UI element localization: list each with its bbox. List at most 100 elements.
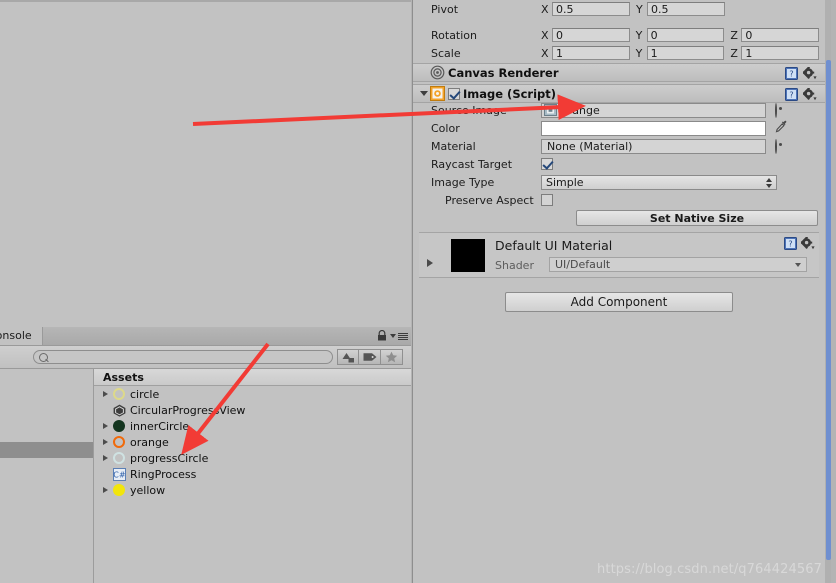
chevron-down-icon — [795, 263, 801, 267]
svg-text:?: ? — [789, 70, 793, 79]
material-foldout-arrow-icon[interactable] — [427, 259, 433, 267]
scale-z-axis: Z — [730, 46, 738, 60]
scale-label: Scale — [431, 46, 461, 60]
list-item[interactable]: C# RingProcess — [94, 466, 411, 482]
rotation-y-axis: Y — [635, 28, 643, 42]
component-title: Canvas Renderer — [448, 65, 559, 80]
preserve-aspect-label: Preserve Aspect — [445, 193, 534, 207]
favorites-button[interactable] — [381, 349, 403, 365]
source-image-row: Source Image orange — [413, 101, 825, 119]
filter-by-label-button[interactable] — [359, 349, 381, 365]
list-item[interactable]: circle — [94, 386, 411, 402]
unity-prefab-icon — [111, 403, 127, 417]
list-item[interactable]: innerCircle — [94, 418, 411, 434]
scale-row: Scale X 1 Y 1 Z 1 — [413, 44, 825, 62]
list-item[interactable]: CircularProgressView — [94, 402, 411, 418]
scale-y-field[interactable]: 1 — [646, 46, 725, 60]
color-row: Color — [413, 119, 825, 137]
scale-x-field[interactable]: 1 — [552, 46, 630, 60]
rotation-x-field[interactable]: 0 — [552, 28, 630, 42]
shader-dropdown[interactable]: UI/Default — [549, 257, 807, 272]
raycast-target-checkbox[interactable] — [541, 158, 553, 170]
list-item-orange[interactable]: orange — [94, 434, 411, 450]
pivot-y-axis: Y — [636, 2, 643, 16]
set-native-size-button[interactable]: Set Native Size — [576, 210, 818, 226]
chevron-updown-icon — [766, 177, 772, 188]
source-image-label: Source Image — [431, 103, 507, 117]
rotation-z-field[interactable]: 0 — [741, 28, 820, 42]
material-field[interactable]: None (Material) — [541, 138, 766, 154]
project-body: Assets circle CircularProgressView inner… — [0, 369, 411, 583]
asset-label: CircularProgressView — [130, 403, 246, 417]
watermark: https://blog.csdn.net/q764424567 — [597, 562, 822, 577]
object-picker-icon[interactable] — [775, 102, 777, 118]
sprite-disc-icon — [111, 419, 127, 433]
expand-arrow-icon[interactable] — [100, 455, 111, 461]
sprite-ring-icon — [111, 387, 127, 401]
rotation-label: Rotation — [431, 28, 478, 42]
foldout-arrow-icon[interactable] — [418, 91, 430, 96]
canvas-renderer-icon — [430, 65, 445, 80]
folder-tree-selected-row[interactable] — [0, 442, 93, 458]
default-ui-material-block: Default UI Material Shader UI/Default ? — [419, 232, 819, 278]
material-row: Material None (Material) — [413, 137, 825, 155]
gear-icon[interactable] — [800, 236, 815, 250]
project-window: Console — [0, 327, 411, 583]
list-item[interactable]: yellow — [94, 482, 411, 498]
inspector-scrollbar-thumb[interactable] — [826, 60, 831, 560]
shader-label: Shader — [495, 259, 534, 272]
gear-icon[interactable] — [802, 87, 817, 101]
image-type-dropdown[interactable]: Simple — [541, 174, 777, 190]
expand-arrow-icon[interactable] — [100, 439, 111, 445]
lock-icon[interactable] — [377, 329, 387, 341]
preserve-aspect-checkbox[interactable] — [541, 194, 553, 206]
inspector-scrollbar-track[interactable] — [825, 0, 831, 583]
color-swatch-field[interactable] — [541, 120, 766, 136]
scale-y-axis: Y — [635, 46, 643, 60]
sprite-ring-icon — [111, 451, 127, 465]
pivot-x-field[interactable]: 0.5 — [552, 2, 630, 16]
asset-label: orange — [130, 435, 169, 449]
raycast-target-label: Raycast Target — [431, 157, 513, 171]
rotation-z-axis: Z — [730, 28, 738, 42]
component-enabled-checkbox[interactable] — [448, 87, 460, 100]
assets-list: circle CircularProgressView innerCircle … — [94, 386, 411, 498]
sprite-ring-icon — [111, 435, 127, 449]
expand-arrow-icon[interactable] — [100, 423, 111, 429]
sprite-disc-icon — [111, 483, 127, 497]
sprite-icon — [544, 104, 557, 116]
rotation-row: Rotation X 0 Y 0 Z 0 — [413, 26, 825, 44]
help-icon[interactable]: ? — [785, 67, 798, 80]
source-image-field[interactable]: orange — [541, 102, 766, 118]
expand-arrow-icon[interactable] — [100, 391, 111, 397]
source-image-value: orange — [561, 103, 600, 117]
hamburger-menu-icon[interactable] — [390, 331, 408, 341]
help-icon[interactable]: ? — [784, 237, 797, 250]
add-component-button[interactable]: Add Component — [505, 292, 733, 312]
filter-button-group — [337, 349, 403, 365]
help-icon[interactable]: ? — [785, 88, 798, 101]
csharp-script-icon: C# — [111, 467, 127, 481]
expand-arrow-icon[interactable] — [100, 487, 111, 493]
rotation-y-field[interactable]: 0 — [646, 28, 725, 42]
scale-z-field[interactable]: 1 — [741, 46, 820, 60]
image-type-row: Image Type Simple — [413, 173, 825, 191]
project-folder-tree[interactable] — [0, 369, 94, 583]
object-picker-icon[interactable] — [775, 138, 777, 154]
gear-icon[interactable] — [802, 66, 817, 80]
sprite-script-icon — [430, 86, 445, 101]
shader-value: UI/Default — [555, 258, 611, 271]
component-header-canvas-renderer[interactable]: Canvas Renderer ? — [413, 63, 825, 82]
filter-by-type-button[interactable] — [337, 349, 359, 365]
preserve-aspect-row: Preserve Aspect — [413, 191, 825, 209]
eyedropper-icon[interactable] — [775, 120, 788, 136]
search-input[interactable] — [52, 351, 326, 365]
material-title: Default UI Material — [495, 238, 613, 253]
list-item[interactable]: progressCircle — [94, 450, 411, 466]
svg-text:C#: C# — [113, 470, 126, 479]
search-box[interactable] — [33, 350, 333, 365]
scene-view-panel[interactable] — [0, 0, 411, 328]
tab-console[interactable]: Console — [0, 327, 43, 345]
pivot-y-field[interactable]: 0.5 — [647, 2, 725, 16]
panel-top-edge — [0, 0, 411, 2]
